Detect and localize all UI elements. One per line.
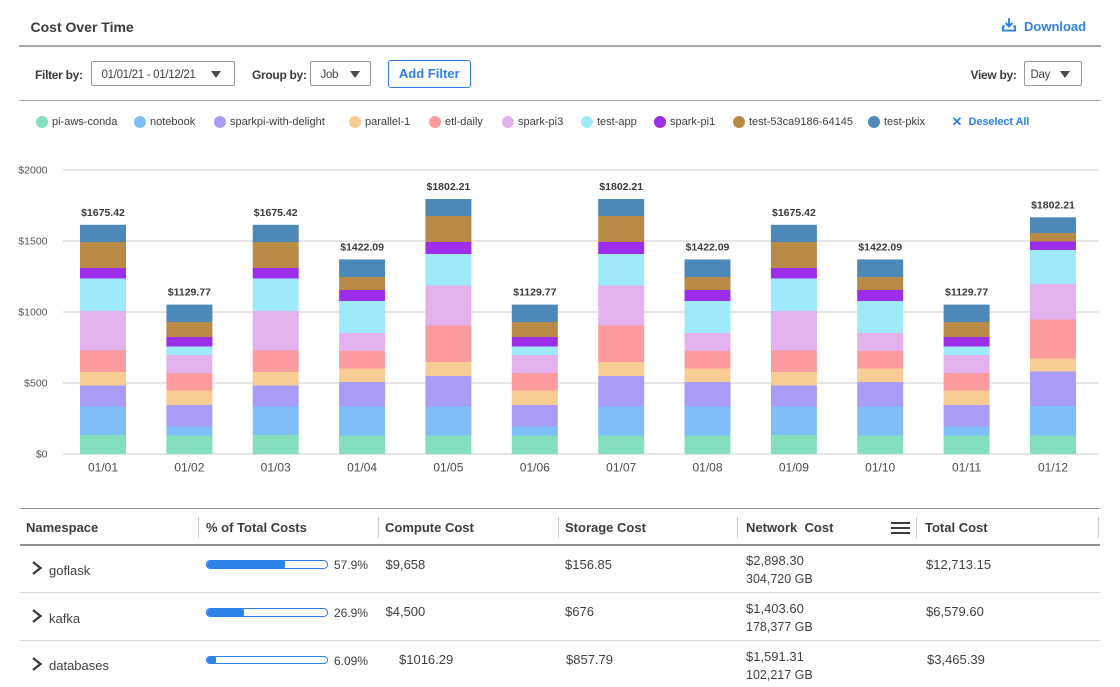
svg-text:$1422.09: $1422.09 bbox=[686, 241, 730, 253]
svg-text:01/02: 01/02 bbox=[174, 461, 204, 475]
svg-text:01/05: 01/05 bbox=[433, 461, 463, 475]
svg-text:$1802.21: $1802.21 bbox=[427, 181, 471, 193]
svg-text:01/04: 01/04 bbox=[347, 461, 377, 475]
svg-text:01/07: 01/07 bbox=[606, 461, 636, 475]
svg-text:$1675.42: $1675.42 bbox=[81, 207, 125, 219]
svg-text:01/10: 01/10 bbox=[865, 461, 895, 475]
svg-text:$1802.21: $1802.21 bbox=[1031, 199, 1075, 211]
svg-text:01/01: 01/01 bbox=[88, 461, 118, 475]
svg-text:$1129.77: $1129.77 bbox=[168, 287, 211, 299]
svg-text:$0: $0 bbox=[36, 449, 48, 461]
svg-text:$1675.42: $1675.42 bbox=[772, 207, 816, 219]
svg-text:$1802.21: $1802.21 bbox=[599, 181, 643, 193]
svg-text:01/09: 01/09 bbox=[779, 461, 809, 475]
svg-text:01/08: 01/08 bbox=[692, 461, 722, 475]
svg-text:01/03: 01/03 bbox=[261, 461, 291, 475]
svg-text:01/12: 01/12 bbox=[1038, 461, 1068, 475]
svg-text:01/06: 01/06 bbox=[520, 461, 550, 475]
svg-text:$2000: $2000 bbox=[18, 165, 47, 177]
svg-text:$1500: $1500 bbox=[18, 236, 47, 248]
svg-text:$1129.77: $1129.77 bbox=[513, 287, 556, 299]
svg-text:$1129.77: $1129.77 bbox=[945, 287, 988, 299]
svg-text:$1000: $1000 bbox=[18, 307, 47, 319]
svg-text:$1422.09: $1422.09 bbox=[340, 241, 384, 253]
svg-text:$1675.42: $1675.42 bbox=[254, 207, 298, 219]
svg-text:$1422.09: $1422.09 bbox=[858, 241, 902, 253]
svg-text:$500: $500 bbox=[24, 378, 48, 390]
svg-text:01/11: 01/11 bbox=[952, 461, 981, 475]
